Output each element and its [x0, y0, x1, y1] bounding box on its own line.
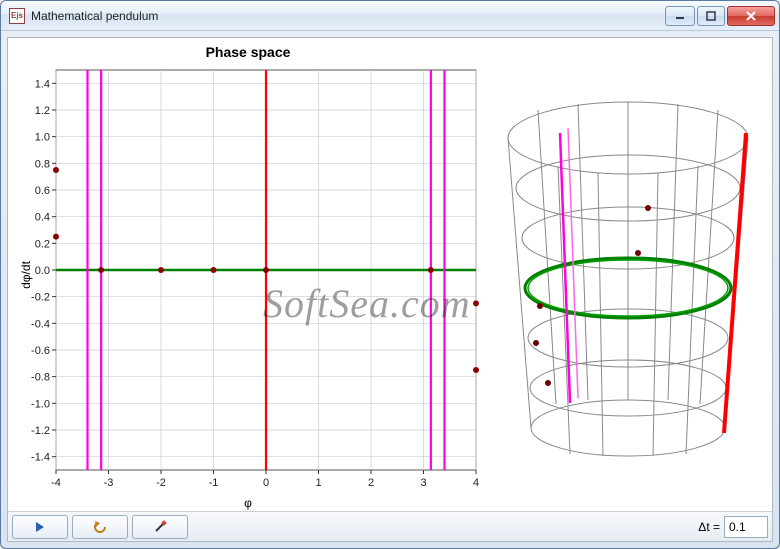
dt-label: Δt = [696, 520, 724, 534]
svg-text:1.2: 1.2 [35, 105, 50, 117]
svg-text:0.8: 0.8 [35, 158, 50, 170]
reset-button[interactable] [72, 515, 128, 539]
plot-row: Phase space dφ/dt -4-3-2-101234-1.4-1.2-… [8, 38, 772, 511]
svg-text:-0.4: -0.4 [31, 318, 50, 330]
svg-text:2: 2 [368, 477, 374, 489]
svg-text:-3: -3 [104, 477, 114, 489]
svg-text:4: 4 [473, 477, 479, 489]
app-window: Ejs Mathematical pendulum Phase space dφ… [0, 0, 780, 549]
svg-text:-1.0: -1.0 [31, 398, 50, 410]
svg-text:0: 0 [263, 477, 269, 489]
three-d-panel[interactable] [488, 38, 772, 511]
play-icon [35, 521, 45, 533]
dt-input[interactable]: 0.1 [724, 516, 768, 538]
play-button[interactable] [12, 515, 68, 539]
svg-text:0.4: 0.4 [35, 212, 50, 224]
svg-text:0.2: 0.2 [35, 238, 50, 250]
window-title: Mathematical pendulum [31, 9, 663, 23]
svg-text:0.0: 0.0 [35, 265, 50, 277]
titlebar: Ejs Mathematical pendulum [1, 1, 779, 31]
app-icon: Ejs [9, 8, 25, 24]
client-area: Phase space dφ/dt -4-3-2-101234-1.4-1.2-… [7, 37, 773, 542]
undo-icon [92, 521, 108, 533]
svg-text:-4: -4 [51, 477, 61, 489]
phase-space-panel: Phase space dφ/dt -4-3-2-101234-1.4-1.2-… [8, 38, 488, 511]
phase-space-chart[interactable]: -4 -3 -2 -1 0 1 2 3 4 -1.4 -1.2 -1.0 -0.8 -0.6 -0.4 -0.… [8, 64, 488, 494]
svg-text:0.6: 0.6 [35, 185, 50, 197]
svg-text:1.0: 1.0 [35, 132, 50, 144]
svg-text:-0.8: -0.8 [31, 372, 50, 384]
svg-text:3: 3 [420, 477, 426, 489]
clear-button[interactable] [132, 515, 188, 539]
svg-text:-1.4: -1.4 [31, 452, 50, 464]
window-controls [663, 6, 775, 26]
svg-text:-1.2: -1.2 [31, 425, 50, 437]
x-axis-label: φ [8, 494, 488, 510]
brush-icon [153, 520, 167, 534]
svg-text:-1: -1 [209, 477, 219, 489]
svg-text:1: 1 [315, 477, 321, 489]
minimize-button[interactable] [665, 6, 695, 26]
toolbar: Δt = 0.1 [8, 511, 772, 541]
svg-text:-0.2: -0.2 [31, 292, 50, 304]
svg-text:-2: -2 [156, 477, 166, 489]
chart-title: Phase space [8, 38, 488, 64]
three-d-chart[interactable] [488, 38, 768, 508]
y-axis-label: dφ/dt [19, 261, 33, 289]
svg-text:1.4: 1.4 [35, 78, 50, 90]
maximize-button[interactable] [697, 6, 725, 26]
close-button[interactable] [727, 6, 775, 26]
svg-text:-0.6: -0.6 [31, 345, 50, 357]
